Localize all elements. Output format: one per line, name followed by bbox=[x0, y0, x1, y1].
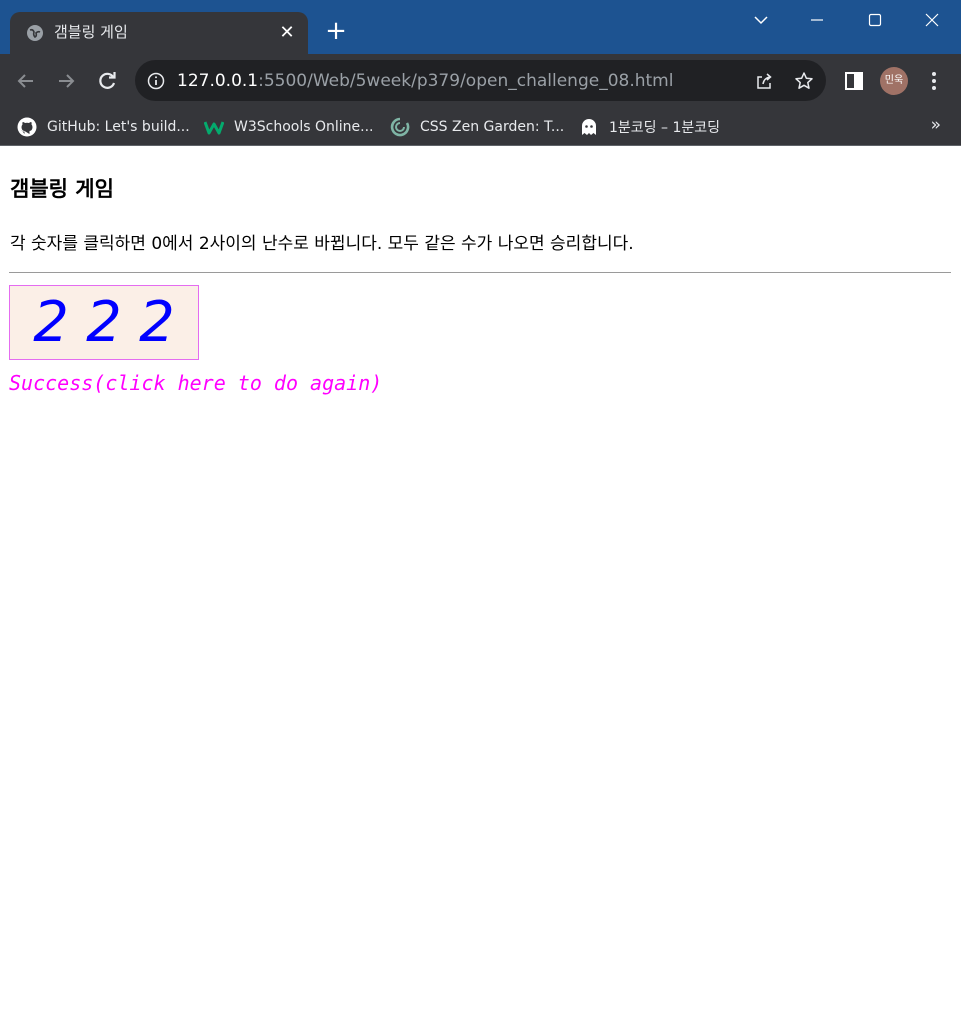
maximize-icon[interactable] bbox=[863, 8, 887, 32]
address-bar[interactable]: 127.0.0.1:5500/Web/5week/p379/open_chall… bbox=[135, 60, 826, 101]
game-description: 각 숫자를 클릭하면 0에서 2사이의 난수로 바뀝니다. 모두 같은 수가 나… bbox=[10, 234, 634, 254]
url-host: 127.0.0.1 bbox=[177, 71, 259, 91]
url-text[interactable]: 127.0.0.1:5500/Web/5week/p379/open_chall… bbox=[177, 70, 673, 92]
w3schools-icon bbox=[204, 121, 224, 135]
browser-titlebar: 갬블링 게임 ✕ + bbox=[0, 0, 961, 54]
digit-1[interactable]: 2 bbox=[33, 288, 69, 358]
horizontal-rule bbox=[9, 272, 951, 273]
tab-search-chevron-icon[interactable] bbox=[749, 8, 773, 32]
kebab-menu-icon[interactable] bbox=[923, 70, 945, 92]
forward-arrow-icon[interactable] bbox=[54, 69, 78, 93]
bookmark-label: 1분코딩 – 1분코딩 bbox=[609, 120, 720, 136]
bookmark-label: GitHub: Let's build... bbox=[47, 119, 190, 135]
github-icon bbox=[17, 117, 37, 137]
page-title: 갬블링 게임 bbox=[10, 177, 114, 201]
new-tab-button[interactable]: + bbox=[322, 18, 350, 46]
reload-icon[interactable] bbox=[95, 69, 119, 93]
profile-avatar[interactable]: 민욱 bbox=[880, 67, 908, 95]
bookmark-github[interactable]: GitHub: Let's build... bbox=[17, 113, 190, 141]
minimize-icon[interactable] bbox=[805, 8, 829, 32]
bookmark-1min-coding[interactable]: 1분코딩 – 1분코딩 bbox=[579, 113, 720, 141]
bookmark-star-icon[interactable] bbox=[794, 71, 814, 91]
page-content: 갬블링 게임 각 숫자를 클릭하면 0에서 2사이의 난수로 바뀝니다. 모두 … bbox=[0, 147, 961, 1021]
ghost-icon bbox=[582, 119, 596, 135]
bookmark-label: CSS Zen Garden: T... bbox=[420, 119, 565, 135]
digit-3[interactable]: 2 bbox=[139, 288, 175, 358]
back-arrow-icon[interactable] bbox=[14, 69, 38, 93]
globe-icon bbox=[27, 25, 43, 41]
bookmark-css-zen-garden[interactable]: CSS Zen Garden: T... bbox=[390, 113, 564, 141]
browser-toolbar: 127.0.0.1:5500/Web/5week/p379/open_chall… bbox=[0, 54, 961, 108]
browser-tab-active[interactable]: 갬블링 게임 ✕ bbox=[10, 12, 308, 54]
tab-close-icon[interactable]: ✕ bbox=[278, 24, 296, 42]
digit-2[interactable]: 2 bbox=[86, 288, 122, 358]
bookmark-w3schools[interactable]: W3Schools Online... bbox=[204, 113, 373, 141]
site-info-icon[interactable] bbox=[147, 72, 165, 90]
tab-title: 갬블링 게임 bbox=[54, 23, 128, 41]
close-window-icon[interactable] bbox=[920, 8, 944, 32]
share-icon[interactable] bbox=[754, 71, 774, 91]
side-panel-icon[interactable] bbox=[843, 70, 865, 92]
zen-garden-icon bbox=[390, 117, 410, 137]
bookmarks-bar: GitHub: Let's build... W3Schools Online.… bbox=[0, 108, 961, 146]
result-message[interactable]: Success(click here to do again) bbox=[9, 371, 382, 395]
digit-box: 2 2 2 bbox=[9, 285, 199, 360]
bookmarks-overflow-chevron-icon[interactable]: » bbox=[931, 115, 941, 135]
bookmark-label: W3Schools Online... bbox=[234, 119, 374, 135]
url-path: :5500/Web/5week/p379/open_challenge_08.h… bbox=[258, 71, 674, 91]
